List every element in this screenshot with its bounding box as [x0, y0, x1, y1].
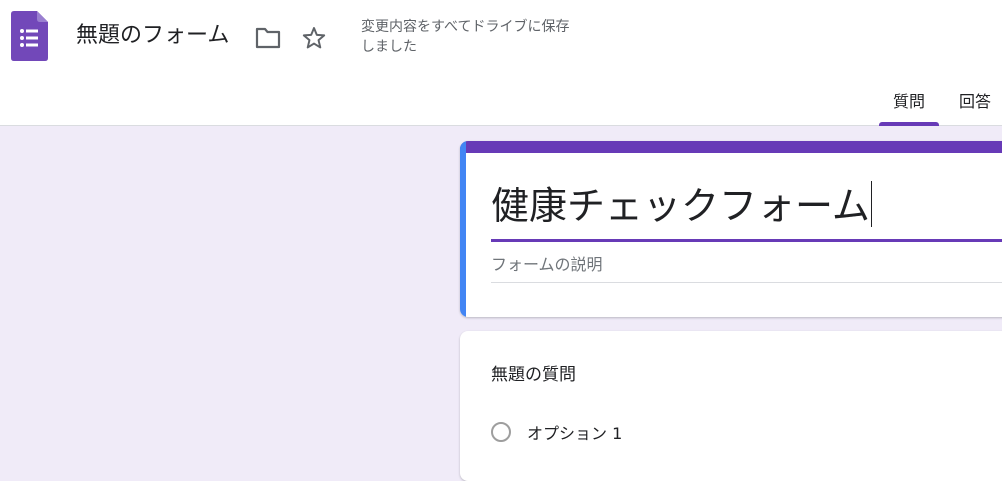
star-button[interactable]	[298, 22, 330, 54]
radio-button[interactable]	[491, 422, 511, 442]
save-status-text: 変更内容をすべてドライブに保存しました	[361, 19, 570, 55]
top-app-bar: 無題のフォーム 変更内容をすべてドライブに保存しました 質問 回答	[0, 0, 1002, 126]
tab-responses[interactable]: 回答	[948, 90, 1002, 126]
option-label[interactable]: オプション 1	[527, 420, 622, 444]
document-title[interactable]: 無題のフォーム	[76, 20, 229, 52]
move-to-folder-button[interactable]	[252, 22, 284, 54]
option-row[interactable]: オプション 1	[491, 419, 622, 445]
form-title-card[interactable]: 健康チェックフォーム フォームの説明	[460, 141, 1002, 317]
question-card[interactable]: 無題の質問 オプション 1	[460, 331, 1002, 481]
star-icon	[302, 27, 326, 49]
text-cursor	[870, 181, 872, 227]
tab-questions[interactable]: 質問	[879, 90, 939, 126]
form-title-text: 健康チェックフォーム	[491, 184, 870, 228]
form-description-input[interactable]: フォームの説明	[491, 253, 1002, 283]
card-accent-bar	[460, 141, 1002, 153]
forms-app-icon[interactable]	[11, 11, 48, 61]
form-title-input[interactable]: 健康チェックフォーム	[491, 178, 1002, 242]
question-title[interactable]: 無題の質問	[491, 363, 576, 387]
folder-icon	[255, 27, 281, 49]
card-focus-indicator	[460, 141, 466, 317]
